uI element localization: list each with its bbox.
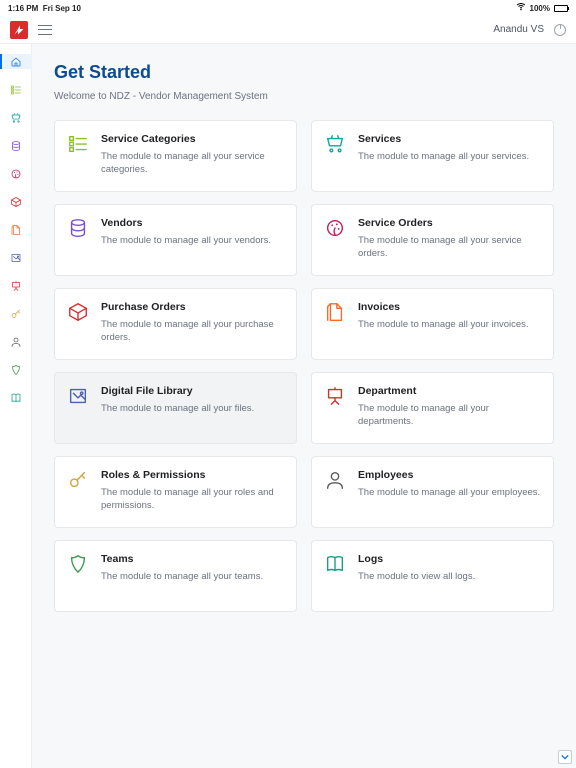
main-content: Get Started Welcome to NDZ - Vendor Mana… (32, 44, 576, 768)
sidebar-item-service-orders[interactable] (0, 166, 32, 181)
card-desc: The module to manage all your roles and … (101, 486, 284, 513)
vendors-icon (67, 217, 89, 239)
service-orders-icon (324, 217, 346, 239)
battery-icon (554, 5, 568, 12)
card-digital-file-library[interactable]: Digital File Library The module to manage… (54, 372, 297, 444)
card-service-orders[interactable]: Service Orders The module to manage all y… (311, 204, 554, 276)
sidebar-item-categories[interactable] (0, 82, 32, 97)
card-desc: The module to view all logs. (358, 570, 475, 583)
sidebar-item-department[interactable] (0, 278, 32, 293)
card-desc: The module to manage all your purchase o… (101, 318, 284, 345)
services-icon (324, 133, 346, 155)
card-roles-permissions[interactable]: Roles & Permissions The module to manage … (54, 456, 297, 528)
card-teams[interactable]: Teams The module to manage all your teams… (54, 540, 297, 612)
employees-icon (324, 469, 346, 491)
sidebar-item-files[interactable] (0, 250, 32, 265)
card-grid: Service Categories The module to manage a… (54, 120, 554, 612)
card-employees[interactable]: Employees The module to manage all your e… (311, 456, 554, 528)
teams-icon (67, 553, 89, 575)
sidebar-item-logs[interactable] (0, 390, 32, 405)
chevron-down-icon[interactable] (558, 750, 572, 764)
card-title: Department (358, 385, 541, 397)
invoices-icon (324, 301, 346, 323)
card-desc: The module to manage all your files. (101, 402, 254, 415)
power-button[interactable] (554, 24, 566, 36)
logs-icon (324, 553, 346, 575)
card-title: Logs (358, 553, 475, 565)
card-desc: The module to manage all your employees. (358, 486, 540, 499)
card-desc: The module to manage all your vendors. (101, 234, 271, 247)
sidebar-nav (0, 44, 32, 768)
sidebar-item-purchase-orders[interactable] (0, 194, 32, 209)
app-topbar: Anandu VS (0, 16, 576, 44)
card-title: Service Categories (101, 133, 284, 145)
card-desc: The module to manage all your invoices. (358, 318, 529, 331)
card-services[interactable]: Services The module to manage all your se… (311, 120, 554, 192)
sidebar-item-vendors[interactable] (0, 138, 32, 153)
card-title: Roles & Permissions (101, 469, 284, 481)
statusbar-date: Fri Sep 10 (43, 4, 81, 13)
sidebar-item-teams[interactable] (0, 362, 32, 377)
card-desc: The module to manage all your service or… (358, 234, 541, 261)
card-desc: The module to manage all your teams. (101, 570, 263, 583)
card-title: Purchase Orders (101, 301, 284, 313)
card-vendors[interactable]: Vendors The module to manage all your ven… (54, 204, 297, 276)
roles-permissions-icon (67, 469, 89, 491)
card-invoices[interactable]: Invoices The module to manage all your in… (311, 288, 554, 360)
card-desc: The module to manage all your services. (358, 150, 529, 163)
digital-file-library-icon (67, 385, 89, 407)
menu-toggle-button[interactable] (38, 25, 52, 35)
card-logs[interactable]: Logs The module to view all logs. (311, 540, 554, 612)
card-title: Employees (358, 469, 540, 481)
sidebar-item-roles[interactable] (0, 306, 32, 321)
sidebar-item-home[interactable] (0, 54, 32, 69)
page-subtitle: Welcome to NDZ - Vendor Management Syste… (54, 91, 554, 102)
sidebar-item-employees[interactable] (0, 334, 32, 349)
card-service-categories[interactable]: Service Categories The module to manage a… (54, 120, 297, 192)
device-statusbar: 1:16 PM Fri Sep 10 100% (0, 0, 576, 16)
card-desc: The module to manage all your service ca… (101, 150, 284, 177)
username-label[interactable]: Anandu VS (493, 24, 544, 35)
card-department[interactable]: Department The module to manage all your … (311, 372, 554, 444)
card-title: Vendors (101, 217, 271, 229)
wifi-icon (516, 3, 526, 13)
card-title: Services (358, 133, 529, 145)
statusbar-time: 1:16 PM (8, 4, 38, 13)
card-desc: The module to manage all your department… (358, 402, 541, 429)
page-title: Get Started (54, 62, 554, 83)
app-logo[interactable] (10, 21, 28, 39)
sidebar-item-invoices[interactable] (0, 222, 32, 237)
department-icon (324, 385, 346, 407)
statusbar-battery-pct: 100% (530, 4, 550, 13)
sidebar-item-services[interactable] (0, 110, 32, 125)
card-purchase-orders[interactable]: Purchase Orders The module to manage all … (54, 288, 297, 360)
card-title: Invoices (358, 301, 529, 313)
service-categories-icon (67, 133, 89, 155)
purchase-orders-icon (67, 301, 89, 323)
card-title: Digital File Library (101, 385, 254, 397)
card-title: Teams (101, 553, 263, 565)
card-title: Service Orders (358, 217, 541, 229)
